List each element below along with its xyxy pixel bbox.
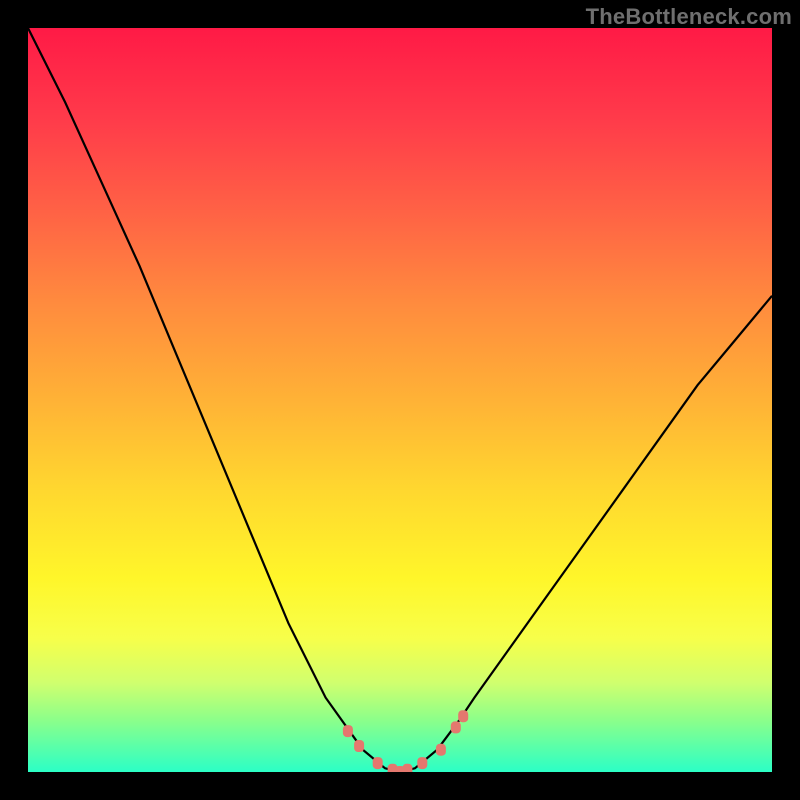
watermark-text: TheBottleneck.com <box>586 4 792 30</box>
curve-path <box>28 28 772 772</box>
chart-svg <box>28 28 772 772</box>
chart-frame: TheBottleneck.com <box>0 0 800 800</box>
marker-dot <box>458 710 468 722</box>
marker-dot <box>354 740 364 752</box>
bottleneck-curve-line <box>28 28 772 772</box>
marker-dot <box>402 764 412 772</box>
marker-dot <box>451 721 461 733</box>
marker-dot <box>417 757 427 769</box>
marker-dot <box>436 744 446 756</box>
marker-dot <box>373 757 383 769</box>
marker-dot <box>343 725 353 737</box>
plot-area <box>28 28 772 772</box>
bottom-markers-group <box>343 710 468 772</box>
